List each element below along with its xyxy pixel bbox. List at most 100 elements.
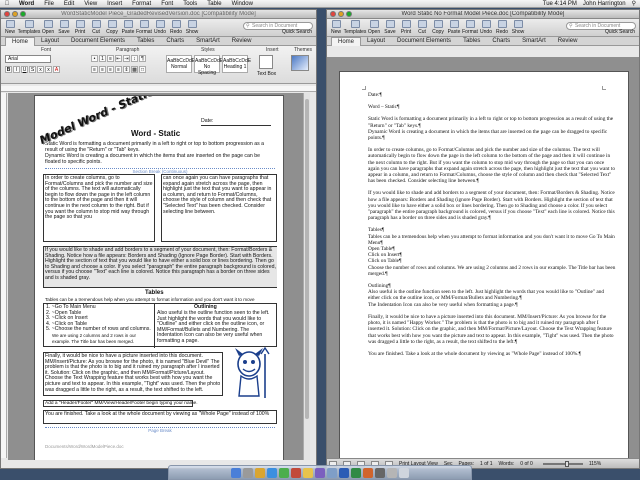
dashboard-icon[interactable] [243, 467, 253, 478]
format-painter-button[interactable]: Format [462, 20, 478, 35]
open-button[interactable]: Open [367, 20, 381, 35]
show-button[interactable]: Show [511, 20, 525, 35]
menu-font[interactable]: Font [156, 1, 178, 7]
tab-layout[interactable]: Layout [35, 38, 65, 44]
copy-button[interactable]: Copy [431, 20, 445, 35]
superscript-icon[interactable]: x [37, 66, 44, 73]
tab-smartart[interactable]: SmartArt [516, 38, 552, 44]
menu-edit[interactable]: Edit [59, 1, 79, 7]
style-no-spacing[interactable]: AaBbCcDdE No Spacing [194, 55, 223, 76]
blue-devil-picture[interactable] [223, 346, 275, 402]
messages-icon[interactable] [279, 467, 289, 478]
right-title-bar[interactable]: Word Static No Format Model Piece.doc [C… [327, 10, 639, 19]
redo-button[interactable]: Redo [169, 20, 183, 35]
user-name[interactable]: John Harrington [583, 1, 626, 7]
left-horizontal-ruler[interactable] [1, 86, 316, 92]
outline-list-icon[interactable]: ≡ [107, 55, 114, 62]
spotlight-icon[interactable]: ⚲ [632, 0, 636, 7]
tab-tables[interactable]: Tables [457, 38, 486, 44]
undo-button[interactable]: Undo [153, 20, 167, 35]
increase-indent-icon[interactable]: ⇥ [123, 55, 130, 62]
shading-icon[interactable]: ▩ [131, 66, 138, 73]
trash-icon[interactable] [399, 467, 409, 478]
paste-button[interactable]: Paste [121, 20, 135, 35]
menu-app-word[interactable]: Word [14, 1, 39, 7]
borders-icon[interactable]: □ [139, 66, 146, 73]
documents-stack-icon[interactable] [387, 467, 397, 478]
tab-document-elements[interactable]: Document Elements [391, 38, 457, 44]
left-scroll-thumb[interactable] [305, 99, 309, 419]
show-marks-icon[interactable]: ¶ [139, 55, 146, 62]
open-button[interactable]: Open [41, 20, 55, 35]
templates-button[interactable]: Templates [18, 20, 40, 35]
show-button[interactable]: Show [185, 20, 199, 35]
font-color-icon[interactable]: A [53, 66, 60, 73]
menu-window[interactable]: Window [227, 1, 258, 7]
redo-button[interactable]: Redo [495, 20, 509, 35]
align-center-icon[interactable]: ≡ [99, 66, 106, 73]
mail-icon[interactable] [255, 467, 265, 478]
font-name-select[interactable]: Arial [5, 55, 51, 63]
tab-layout[interactable]: Layout [361, 38, 391, 44]
style-heading-1[interactable]: AaBbCcDdE Heading 1 [222, 55, 251, 73]
left-page[interactable]: Model Word - Static Formatted Date: Word… [34, 95, 284, 460]
left-vertical-scrollbar[interactable] [303, 93, 310, 460]
tab-home[interactable]: Home [331, 36, 362, 46]
word-icon[interactable] [339, 467, 349, 478]
align-right-icon[interactable]: ≡ [107, 66, 114, 73]
cut-button[interactable]: Cut [89, 20, 103, 35]
copy-button[interactable]: Copy [105, 20, 119, 35]
templates-button[interactable]: Templates [344, 20, 366, 35]
italic-icon[interactable]: I [13, 66, 20, 73]
notes-icon[interactable] [303, 467, 313, 478]
cut-button[interactable]: Cut [415, 20, 429, 35]
menu-file[interactable]: File [39, 1, 59, 7]
tab-charts[interactable]: Charts [160, 38, 190, 44]
clock[interactable]: Tue 4:14 PM [543, 1, 577, 7]
style-normal[interactable]: AaBbCcDdE Normal [166, 55, 195, 73]
apple-icon[interactable]:  [0, 1, 14, 7]
zoom-slider[interactable] [542, 460, 583, 467]
zoom-level[interactable]: 115% [589, 461, 601, 467]
powerpoint-icon[interactable] [363, 467, 373, 478]
save-button[interactable]: Save [383, 20, 397, 35]
tab-review[interactable]: Review [552, 38, 584, 44]
excel-icon[interactable] [351, 467, 361, 478]
line-spacing-icon[interactable]: ⇕ [123, 66, 130, 73]
preview-icon[interactable] [327, 467, 337, 478]
numbering-icon[interactable]: 1 [99, 55, 106, 62]
left-vertical-ruler[interactable] [1, 93, 7, 458]
left-title-bar[interactable]: WordStaticModel Piece_GradedRevisedVersi… [1, 10, 316, 19]
tab-document-elements[interactable]: Document Elements [65, 38, 131, 44]
itunes-icon[interactable] [315, 467, 325, 478]
strikethrough-icon[interactable]: S [29, 66, 36, 73]
tab-review[interactable]: Review [226, 38, 258, 44]
print-button[interactable]: Print [73, 20, 87, 35]
underline-icon[interactable]: U [21, 66, 28, 73]
system-preferences-icon[interactable] [375, 467, 385, 478]
sort-icon[interactable]: ↕ [131, 55, 138, 62]
zoom-slider-thumb[interactable] [564, 460, 569, 467]
new-button[interactable]: New [329, 20, 343, 35]
bold-icon[interactable]: B [5, 66, 12, 73]
save-button[interactable]: Save [57, 20, 71, 35]
tab-tables[interactable]: Tables [131, 38, 160, 44]
tab-charts[interactable]: Charts [486, 38, 516, 44]
calendar-icon[interactable] [291, 467, 301, 478]
finder-icon[interactable] [231, 467, 241, 478]
bullets-icon[interactable]: • [91, 55, 98, 62]
undo-button[interactable]: Undo [479, 20, 493, 35]
paste-button[interactable]: Paste [447, 20, 461, 35]
align-left-icon[interactable]: ≡ [91, 66, 98, 73]
right-page[interactable]: Date:¶ Word – Static¶ Static Word is for… [339, 71, 629, 459]
safari-icon[interactable] [267, 467, 277, 478]
tab-home[interactable]: Home [5, 36, 36, 46]
textbox-icon[interactable] [259, 55, 273, 69]
tab-smartart[interactable]: SmartArt [190, 38, 226, 44]
justify-icon[interactable]: ≡ [115, 66, 122, 73]
new-button[interactable]: New [3, 20, 17, 35]
themes-icon[interactable] [291, 55, 309, 71]
menu-table[interactable]: Table [202, 1, 226, 7]
menu-format[interactable]: Format [127, 1, 156, 7]
decrease-indent-icon[interactable]: ⇤ [115, 55, 122, 62]
